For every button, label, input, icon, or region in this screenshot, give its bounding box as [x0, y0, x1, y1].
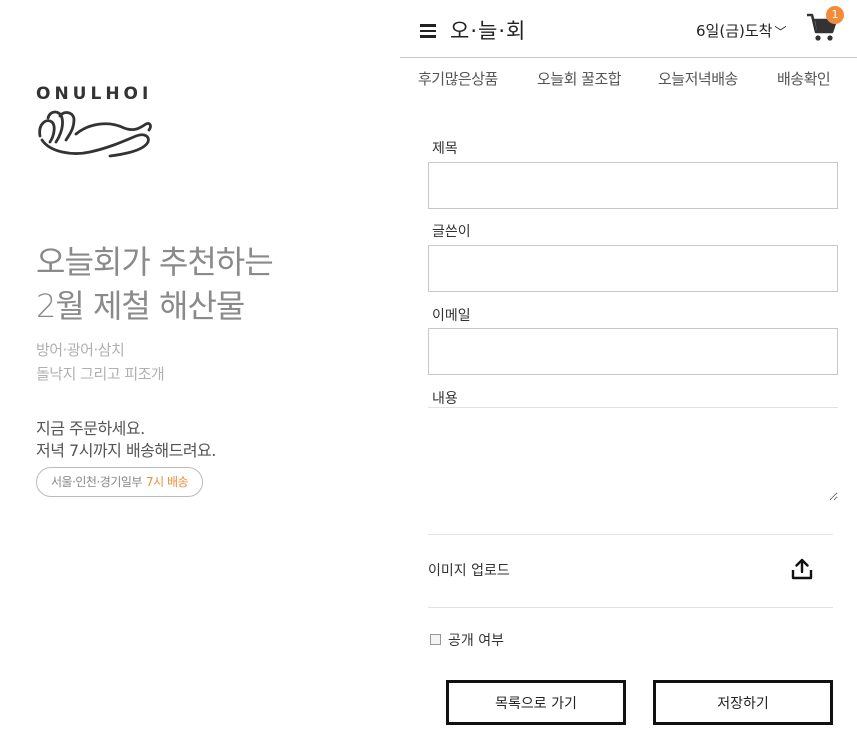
public-label: 공개 여부: [448, 633, 504, 649]
main-panel: 오·늘·회 6일(금)도착 ﹀ 1 후기많은상품 오늘회 꿀조합 오늘저녁배송 배…: [400, 0, 857, 740]
author-input[interactable]: [428, 245, 838, 292]
delivery-date-selector[interactable]: 6일(금)도착 ﹀: [696, 20, 786, 41]
brand-name[interactable]: 오·늘·회: [450, 15, 526, 45]
promo-panel: ONULHOI 오늘회가 추천하는 2월 제철 해산물 방어·광어·삼치 돌낙지…: [0, 0, 400, 740]
hands-logo-icon: [38, 110, 152, 158]
cart-count-badge: 1: [826, 6, 844, 24]
delivery-area-badge: 서울·인천·경기일부 7시 배송: [36, 467, 204, 497]
public-checkbox[interactable]: [430, 634, 441, 645]
top-header: 오·늘·회 6일(금)도착 ﹀ 1: [400, 0, 857, 58]
email-input[interactable]: [428, 328, 838, 375]
email-label: 이메일: [432, 308, 471, 324]
order-message: 지금 주문하세요. 저녁 7시까지 배송해드려요.: [36, 418, 216, 462]
onulhoi-logo: ONULHOI: [36, 84, 154, 160]
chevron-down-icon: ﹀: [774, 25, 787, 39]
headline-line-1: 오늘회가 추천하는: [36, 243, 274, 281]
delivery-area-text: 서울·인천·경기일부: [51, 475, 142, 489]
promo-headline: 오늘회가 추천하는 2월 제철 해산물: [36, 240, 274, 328]
image-upload-label: 이미지 업로드: [428, 563, 510, 579]
divider: [428, 534, 833, 535]
nav-item-tonight-delivery[interactable]: 오늘저녁배송: [658, 68, 738, 89]
promo-subtext: 방어·광어·삼치 돌낙지 그리고 피조개: [36, 338, 165, 386]
logo-text: ONULHOI: [36, 84, 153, 104]
author-label: 글쓴이: [432, 224, 471, 240]
nav-item-popular-reviews[interactable]: 후기많은상품: [418, 68, 498, 89]
upload-icon[interactable]: [790, 557, 814, 581]
nav-item-delivery-check[interactable]: 배송확인: [777, 68, 831, 89]
order-line-2: 저녁 7시까지 배송해드려요.: [36, 441, 216, 460]
save-button[interactable]: 저장하기: [653, 680, 833, 725]
back-to-list-button[interactable]: 목록으로 가기: [446, 680, 626, 725]
hamburger-icon[interactable]: [420, 24, 436, 38]
headline-line-2: 2월 제철 해산물: [36, 287, 245, 325]
content-textarea[interactable]: [428, 407, 838, 501]
delivery-time-highlight: 7시 배송: [145, 475, 189, 489]
divider: [428, 607, 833, 608]
title-label: 제목: [432, 141, 458, 157]
main-nav: 후기많은상품 오늘회 꿀조합 오늘저녁배송 배송확인: [400, 60, 857, 100]
nav-item-combos[interactable]: 오늘회 꿀조합: [537, 68, 622, 89]
sub-line-1: 방어·광어·삼치: [36, 341, 125, 359]
sub-line-2: 돌낙지 그리고 피조개: [36, 365, 165, 383]
delivery-date-text: 6일(금)도착: [696, 22, 773, 40]
order-line-1: 지금 주문하세요.: [36, 419, 145, 438]
title-input[interactable]: [428, 162, 838, 209]
content-label: 내용: [432, 391, 458, 407]
